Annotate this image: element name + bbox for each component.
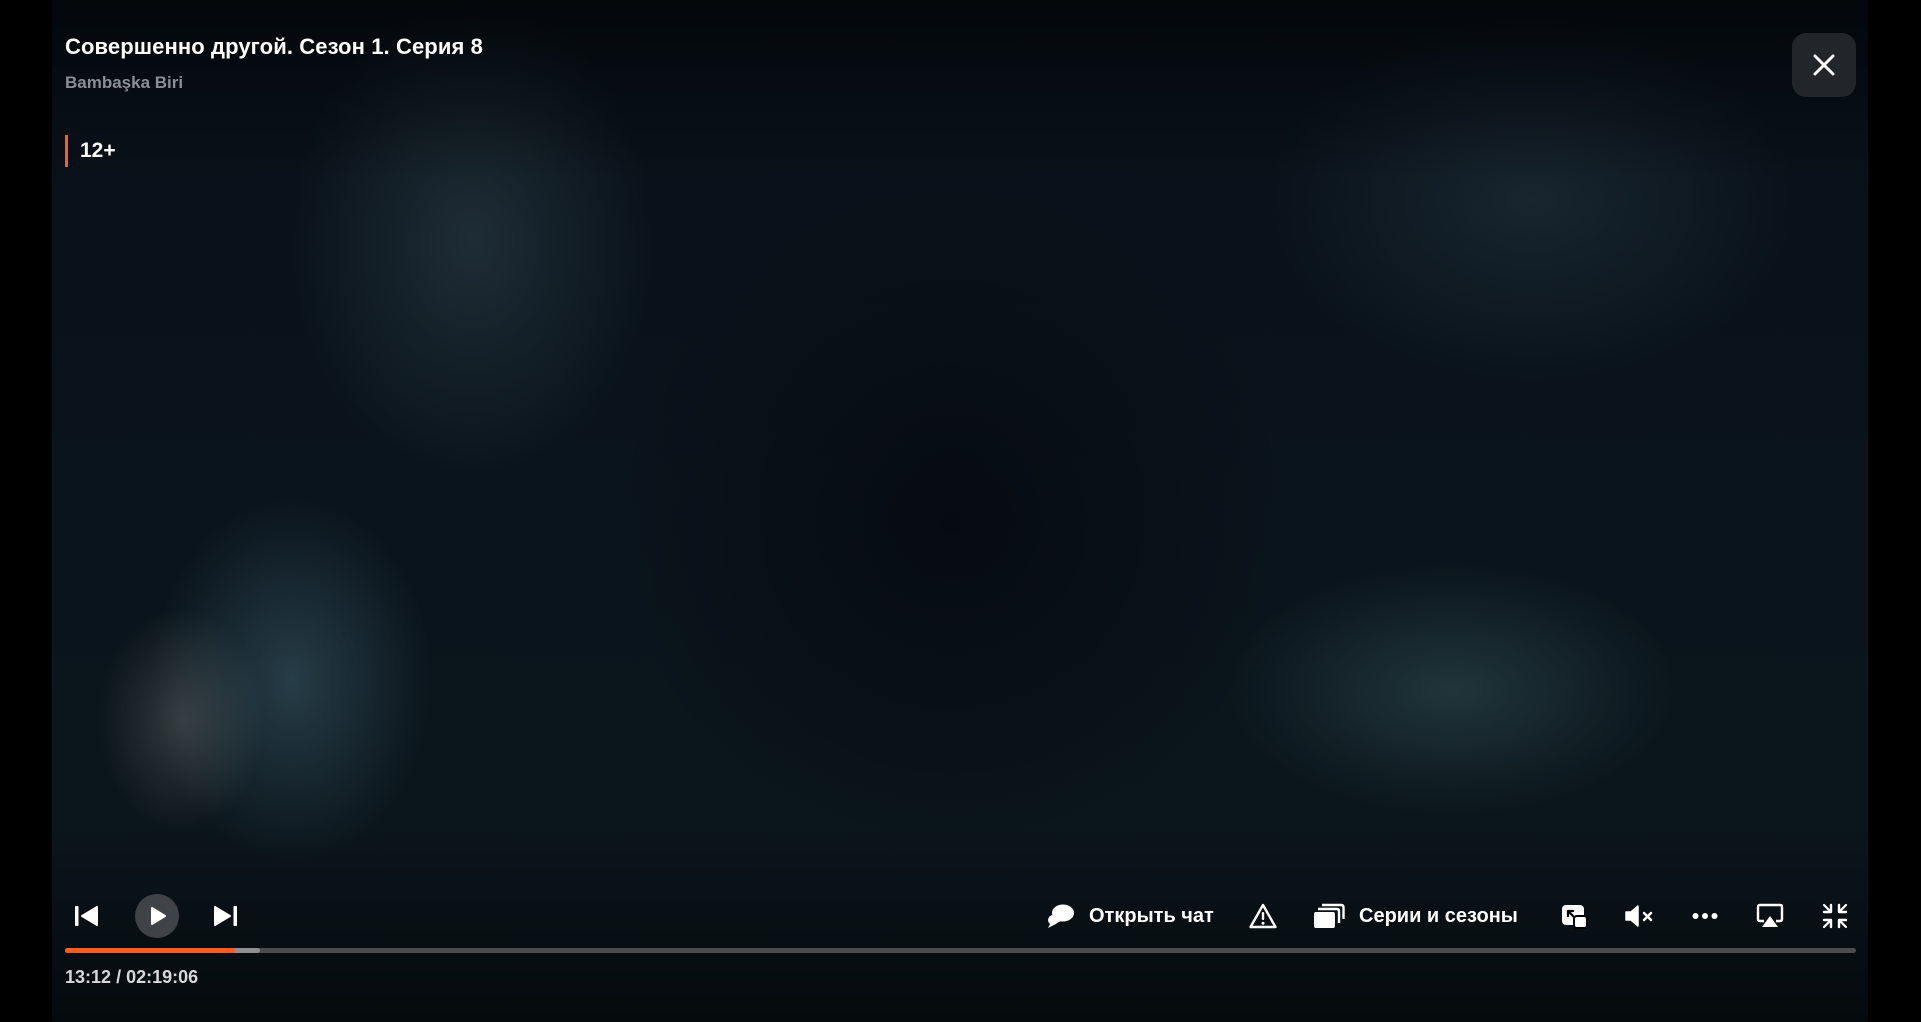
report-problem-button[interactable] (1248, 902, 1278, 930)
age-rating-badge: 12+ (65, 135, 116, 167)
open-chat-label: Открыть чат (1089, 904, 1214, 927)
picture-in-picture-icon (1562, 905, 1588, 929)
previous-episode-icon (75, 906, 98, 926)
picture-in-picture-button[interactable] (1559, 902, 1589, 930)
chat-icon (1048, 904, 1074, 928)
time-separator: / (116, 967, 122, 987)
episodes-stack-icon (1314, 903, 1345, 928)
episode-title: Совершенно другой. Сезон 1. Серия 8 (65, 34, 483, 59)
player-controls: Открыть чат Серии и сезоны (65, 893, 1856, 939)
progress-bar[interactable] (65, 948, 1856, 953)
warning-icon (1249, 903, 1277, 929)
current-time: 13:12 (65, 967, 112, 987)
volume-muted-icon (1625, 905, 1653, 927)
video-player[interactable]: Совершенно другой. Сезон 1. Серия 8 Bamb… (0, 0, 1921, 1022)
next-episode-button[interactable] (211, 901, 241, 931)
duration: 02:19:06 (126, 967, 199, 987)
episodes-and-seasons-button[interactable]: Серии и сезоны (1313, 903, 1518, 929)
time-display: 13:12 / 02:19:06 (65, 967, 198, 988)
progress-played (65, 948, 236, 953)
close-icon (1813, 54, 1835, 76)
play-button[interactable] (135, 894, 179, 938)
exit-fullscreen-icon (1822, 903, 1848, 929)
more-options-button[interactable] (1690, 902, 1720, 930)
episodes-and-seasons-label: Серии и сезоны (1359, 904, 1518, 927)
next-episode-icon (214, 906, 237, 926)
exit-fullscreen-button[interactable] (1820, 902, 1850, 930)
age-rating-accent-bar (65, 135, 68, 167)
mute-toggle-button[interactable] (1623, 902, 1657, 930)
top-gradient-overlay (0, 0, 1921, 180)
more-dots-icon (1692, 913, 1718, 919)
close-button[interactable] (1792, 33, 1856, 97)
age-rating-label: 12+ (80, 139, 116, 162)
previous-episode-button[interactable] (71, 901, 101, 931)
original-title: Bambaşka Biri (65, 73, 184, 92)
airplay-button[interactable] (1755, 902, 1785, 930)
airplay-icon (1756, 903, 1784, 927)
play-icon (151, 907, 166, 925)
open-chat-button[interactable]: Открыть чат (1047, 903, 1214, 929)
